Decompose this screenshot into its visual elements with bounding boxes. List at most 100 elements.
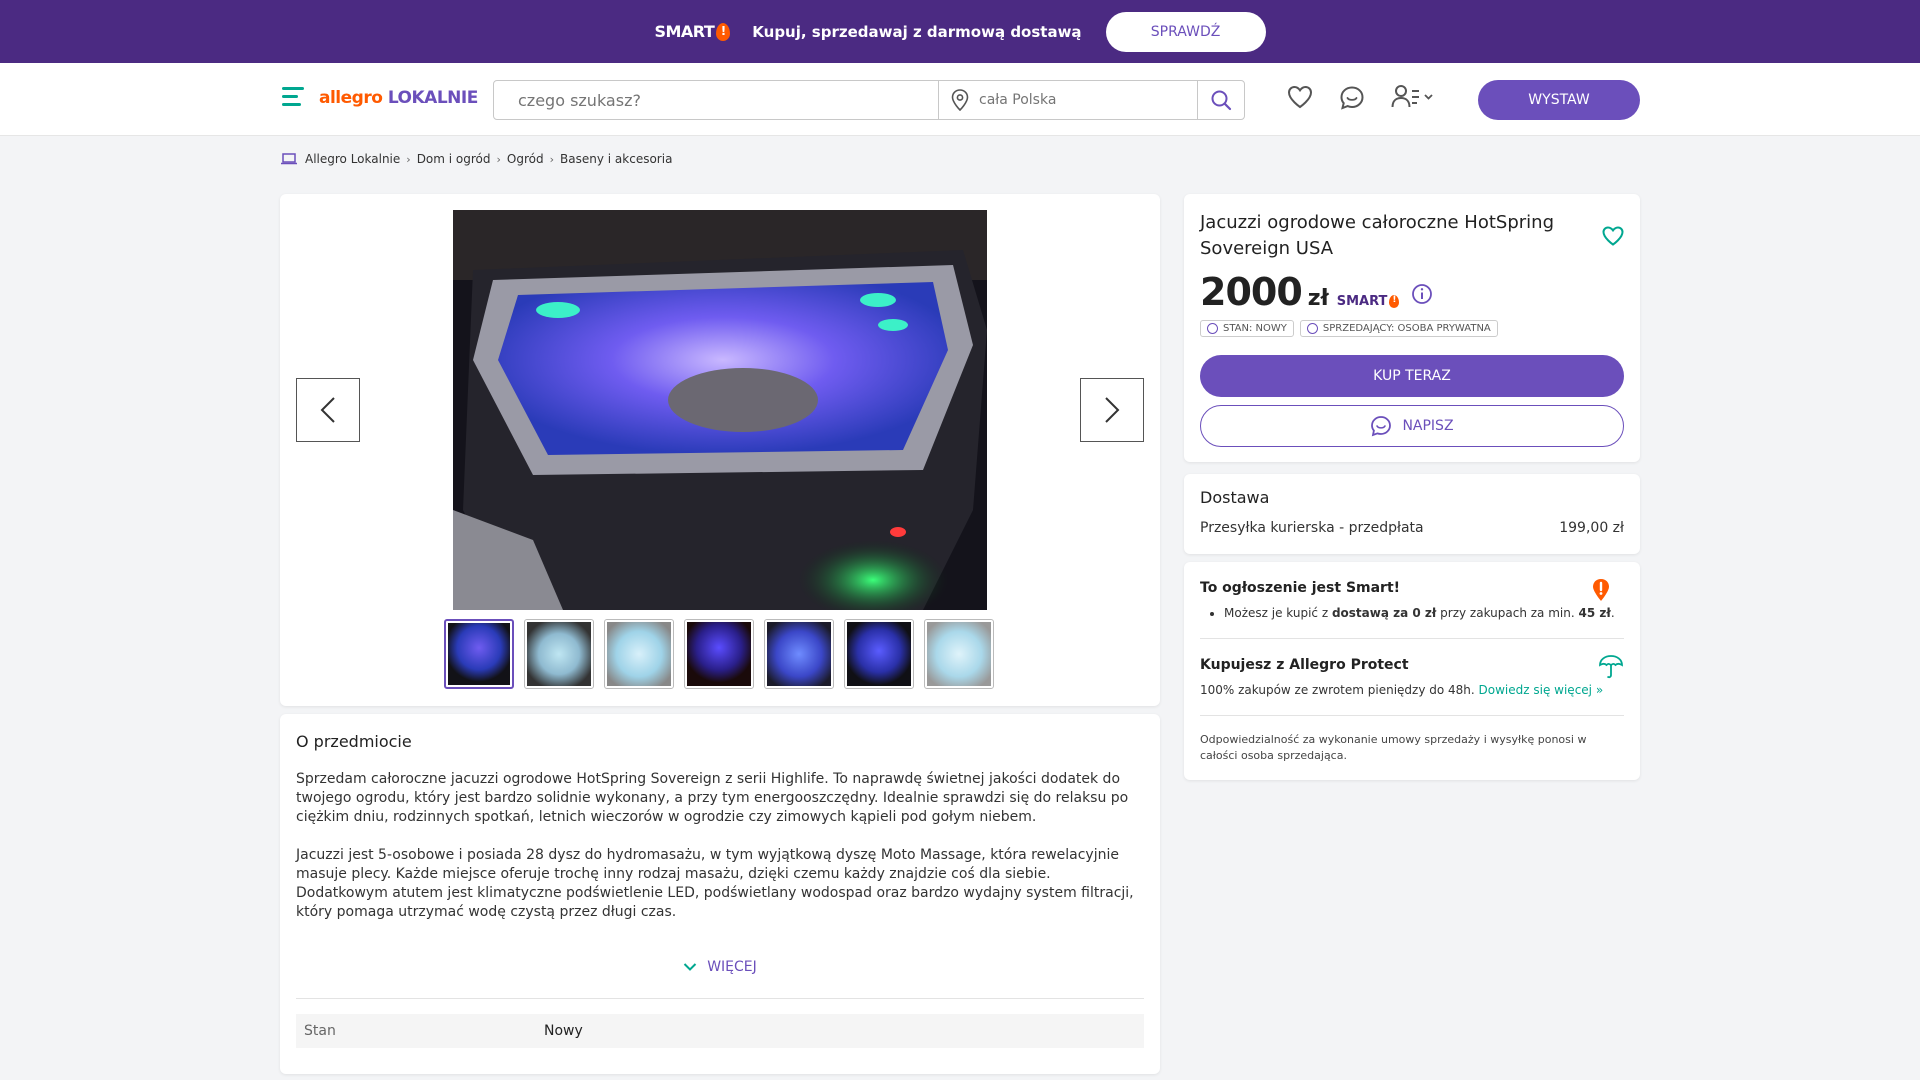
price-value: 2000 bbox=[1200, 270, 1303, 314]
chevron-right-icon bbox=[1105, 397, 1120, 423]
smart-protect-info: To ogłoszenie jest Smart! Możesz je kupi… bbox=[1184, 562, 1640, 780]
gallery-thumbnail[interactable] bbox=[604, 619, 674, 689]
info-icon[interactable] bbox=[1411, 283, 1433, 305]
logo-part-allegro: allegro bbox=[319, 88, 383, 108]
check-circle-icon bbox=[1207, 323, 1218, 334]
search-button[interactable] bbox=[1198, 81, 1244, 119]
photo-gallery bbox=[280, 194, 1160, 706]
search-input[interactable] bbox=[494, 81, 939, 119]
smart-info-text: przy zakupach za min. bbox=[1436, 606, 1579, 620]
price: 2000 zł SMART bbox=[1200, 270, 1433, 314]
seller-badge-label: SPRZEDAJĄCY: OSOBA PRYWATNA bbox=[1322, 323, 1491, 334]
write-message-button[interactable]: NAPISZ bbox=[1200, 405, 1624, 447]
thumbnail-strip bbox=[444, 619, 1004, 689]
delivery-card: Dostawa Przesyłka kurierska - przedpłata… bbox=[1184, 474, 1640, 554]
parameter-value: Nowy bbox=[544, 1023, 583, 1039]
condition-badge-label: STAN: NOWY bbox=[1223, 323, 1287, 334]
smart-badge: SMART bbox=[1337, 294, 1400, 309]
location-field[interactable] bbox=[939, 81, 1198, 119]
condition-badge: STAN: NOWY bbox=[1200, 320, 1294, 337]
chevron-right-icon: › bbox=[549, 152, 555, 166]
smart-logo-text: SMART bbox=[654, 22, 715, 41]
offer-badges: STAN: NOWY SPRZEDAJĄCY: OSOBA PRYWATNA bbox=[1200, 320, 1504, 337]
smart-info-list: Możesz je kupić z dostawą za 0 zł przy z… bbox=[1224, 606, 1615, 620]
breadcrumb-item[interactable]: Allegro Lokalnie bbox=[305, 152, 400, 166]
smart-info-text: Możesz je kupić z bbox=[1224, 606, 1332, 620]
menu-icon[interactable] bbox=[282, 87, 304, 106]
chevron-right-icon: › bbox=[496, 152, 501, 166]
smart-info-bold: 45 zł bbox=[1578, 606, 1611, 620]
promo-text: Kupuj, sprzedawaj z darmową dostawą bbox=[752, 22, 1082, 41]
allegro-lokalnie-logo[interactable]: allegro LOKALNIE bbox=[319, 88, 478, 108]
gallery-thumbnail[interactable] bbox=[924, 619, 994, 689]
gallery-prev-button[interactable] bbox=[296, 378, 360, 442]
delivery-option: Przesyłka kurierska - przedpłata 199,00 … bbox=[1200, 520, 1624, 536]
smart-drop-icon bbox=[1389, 295, 1400, 308]
gallery-thumbnail[interactable] bbox=[844, 619, 914, 689]
smart-logo: SMART bbox=[654, 22, 731, 41]
divider bbox=[296, 998, 1144, 999]
chat-icon bbox=[1371, 416, 1392, 437]
messages-chat-icon[interactable] bbox=[1339, 85, 1365, 111]
protect-text-body: 100% zakupów ze zwrotem pieniędzy do 48h… bbox=[1200, 683, 1479, 697]
location-pin-icon bbox=[951, 89, 969, 111]
chevron-down-icon bbox=[683, 963, 697, 971]
jacuzzi-photo bbox=[453, 210, 987, 610]
smile-circle-icon bbox=[1306, 323, 1318, 334]
search-icon bbox=[1211, 90, 1232, 111]
promo-bar: SMART Kupuj, sprzedawaj z darmową dostaw… bbox=[0, 0, 1920, 63]
favorites-heart-icon[interactable] bbox=[1287, 85, 1313, 109]
seller-badge: SPRZEDAJĄCY: OSOBA PRYWATNA bbox=[1299, 320, 1498, 337]
breadcrumb: Allegro Lokalnie › Dom i ogród › Ogród ›… bbox=[281, 152, 672, 166]
smart-info-text: . bbox=[1610, 606, 1615, 620]
description-title: O przedmiocie bbox=[296, 732, 412, 751]
main-product-photo[interactable] bbox=[453, 210, 987, 610]
umbrella-icon bbox=[1599, 655, 1623, 679]
delivery-price: 199,00 zł bbox=[1559, 520, 1624, 536]
gallery-next-button[interactable] bbox=[1080, 378, 1144, 442]
gallery-thumbnail[interactable] bbox=[684, 619, 754, 689]
gallery-thumbnail[interactable] bbox=[524, 619, 594, 689]
delivery-method: Przesyłka kurierska - przedpłata bbox=[1200, 520, 1424, 536]
smart-badge-text: SMART bbox=[1336, 294, 1388, 309]
user-account-icon[interactable] bbox=[1391, 83, 1439, 111]
show-more-label: WIĘCEJ bbox=[707, 959, 757, 975]
item-description: O przedmiocie Sprzedam całoroczne jacuzz… bbox=[280, 714, 1160, 1074]
price-currency: zł bbox=[1307, 286, 1329, 311]
chevron-left-icon bbox=[320, 397, 335, 423]
offer-title: Jacuzzi ogrodowe całoroczne HotSpring So… bbox=[1200, 212, 1554, 259]
laptop-icon bbox=[281, 153, 297, 165]
parameter-label: Stan bbox=[304, 1023, 336, 1039]
divider bbox=[1200, 638, 1624, 639]
buy-now-button[interactable]: KUP TERAZ bbox=[1200, 355, 1624, 397]
chevron-right-icon: › bbox=[406, 152, 411, 166]
breadcrumb-item[interactable]: Baseny i akcesoria bbox=[560, 152, 672, 166]
smart-info-title: To ogłoszenie jest Smart! bbox=[1200, 580, 1401, 596]
smart-exclamation-icon bbox=[1593, 579, 1609, 601]
protect-title: Kupujesz z Allegro Protect bbox=[1200, 657, 1409, 673]
description-paragraph: Sprzedam całoroczne jacuzzi ogrodowe Hot… bbox=[296, 771, 1129, 825]
search-bar bbox=[493, 80, 1245, 120]
show-more-button[interactable]: WIĘCEJ bbox=[280, 959, 1160, 975]
smart-drop-icon bbox=[716, 22, 731, 41]
learn-more-link[interactable]: Dowiedz się więcej » bbox=[1479, 683, 1604, 697]
breadcrumb-item[interactable]: Ogród bbox=[507, 152, 544, 166]
gallery-thumbnail[interactable] bbox=[444, 619, 514, 689]
offer-card: Jacuzzi ogrodowe całoroczne HotSpring So… bbox=[1184, 194, 1640, 462]
site-header: allegro LOKALNIE WYSTAW bbox=[0, 63, 1920, 136]
logo-part-lokalnie: LOKALNIE bbox=[387, 88, 479, 108]
breadcrumb-item[interactable]: Dom i ogród bbox=[417, 152, 491, 166]
smart-info-item: Możesz je kupić z dostawą za 0 zł przy z… bbox=[1224, 606, 1615, 620]
seller-responsibility-note: Odpowiedzialność za wykonanie umowy sprz… bbox=[1200, 733, 1587, 762]
gallery-thumbnail[interactable] bbox=[764, 619, 834, 689]
description-paragraph: Jacuzzi jest 5-osobowe i posiada 28 dysz… bbox=[296, 847, 1134, 920]
add-to-favorites-heart-icon[interactable] bbox=[1602, 226, 1624, 246]
parameter-row: Stan Nowy bbox=[296, 1014, 1144, 1048]
divider bbox=[1200, 715, 1624, 716]
promo-check-button[interactable]: SPRAWDŹ bbox=[1105, 11, 1266, 52]
smart-info-bold: dostawą za 0 zł bbox=[1331, 606, 1437, 620]
delivery-title: Dostawa bbox=[1200, 488, 1270, 507]
write-message-label: NAPISZ bbox=[1402, 418, 1454, 434]
post-listing-button[interactable]: WYSTAW bbox=[1478, 80, 1640, 120]
location-input[interactable] bbox=[979, 92, 1179, 108]
